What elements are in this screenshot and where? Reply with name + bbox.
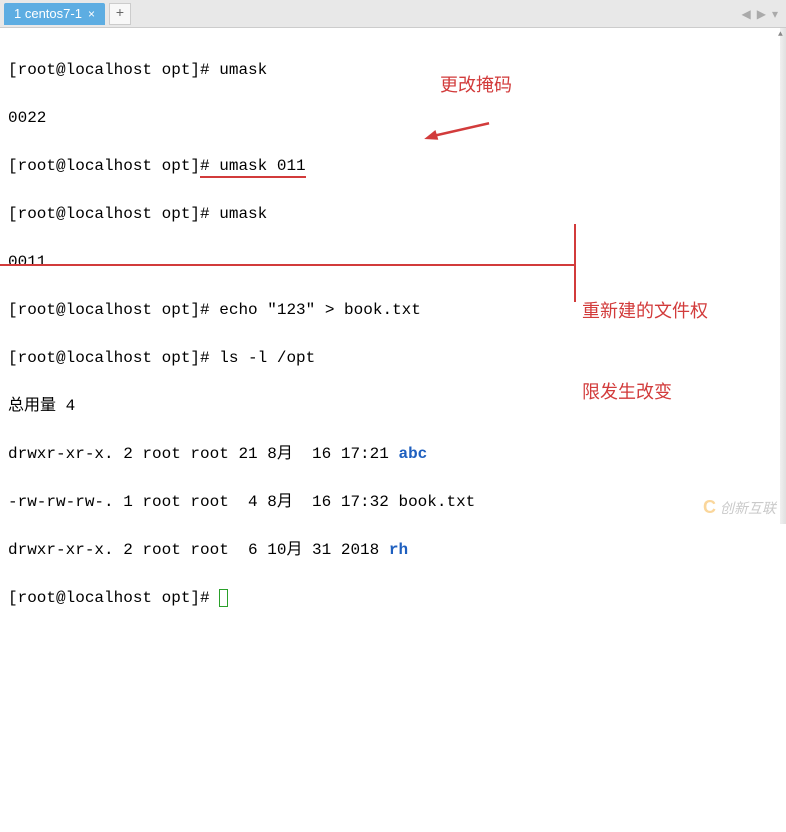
tab-bar: 1 centos7-1 × + ◀ ▶ ▾ [0,0,786,28]
terminal-line: [root@localhost opt]# umask [8,202,778,226]
separator-line [0,264,574,266]
directory-name: rh [389,541,408,559]
nav-left-icon[interactable]: ◀ [742,7,751,21]
cursor [219,589,228,607]
watermark-icon: C [703,497,716,518]
vertical-separator [574,224,576,302]
terminal-line: [root@localhost opt]# [8,586,778,610]
annotation-text: 重新建的文件权 [582,298,708,325]
annotation-label: 重新建的文件权 限发生改变 [582,244,708,460]
terminal-line: -rw-rw-rw-. 1 root root 4 8月 16 17:32 bo… [8,490,778,514]
nav-right-icon[interactable]: ▶ [757,7,766,21]
annotation-label: 更改掩码 [440,72,512,99]
nav-controls: ◀ ▶ ▾ [742,7,786,21]
terminal-line: drwxr-xr-x. 2 root root 6 10月 31 2018 rh [8,538,778,562]
add-tab-button[interactable]: + [109,3,131,25]
underlined-command: # umask 011 [200,157,306,178]
nav-menu-icon[interactable]: ▾ [772,7,778,21]
tab-active[interactable]: 1 centos7-1 × [4,3,105,25]
close-icon[interactable]: × [88,7,95,21]
terminal-output[interactable]: [root@localhost opt]# umask 0022 [root@l… [0,28,786,832]
tab-label: 1 centos7-1 [14,6,82,21]
annotation-text: 限发生改变 [582,379,708,406]
watermark-text: 创新互联 [720,498,776,518]
watermark: C 创新互联 [703,497,776,518]
directory-name: abc [398,445,427,463]
scrollbar[interactable] [780,28,786,524]
